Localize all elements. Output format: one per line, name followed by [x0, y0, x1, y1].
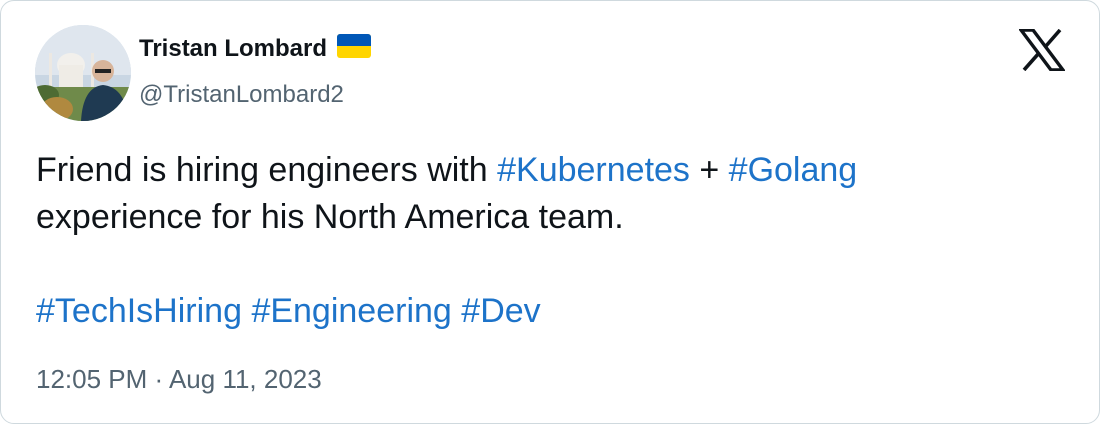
tweet-timestamp[interactable]: 12:05 PM · Aug 11, 2023 — [36, 364, 322, 395]
tweet-line-2: experience for his North America team. — [36, 198, 624, 236]
tweet-text-plus: + — [689, 151, 729, 189]
hashtag-dev[interactable]: #Dev — [461, 292, 540, 330]
tweet-card: Tristan Lombard @TristanLombard2 Friend … — [0, 0, 1100, 424]
avatar[interactable] — [35, 25, 131, 121]
avatar-photo — [35, 25, 131, 121]
tweet-text: Friend is hiring engineers with #Kuberne… — [36, 147, 1066, 335]
tweet-hashtag-line: #TechIsHiring #Engineering #Dev — [36, 288, 1066, 335]
hashtag-techishiring[interactable]: #TechIsHiring — [36, 292, 242, 330]
author-handle[interactable]: @TristanLombard2 — [139, 81, 344, 109]
ukraine-flag-icon — [337, 34, 372, 63]
tweet-line-1: Friend is hiring engineers with #Kuberne… — [36, 147, 1066, 194]
hashtag-engineering[interactable]: #Engineering — [251, 292, 451, 330]
tweet-text-part1: Friend is hiring engineers with — [36, 151, 498, 189]
hashtag-kubernetes[interactable]: #Kubernetes — [497, 151, 690, 189]
author-display-name[interactable]: Tristan Lombard — [139, 35, 327, 63]
x-logo-icon[interactable] — [1017, 28, 1067, 72]
hashtag-golang[interactable]: #Golang — [729, 151, 858, 189]
